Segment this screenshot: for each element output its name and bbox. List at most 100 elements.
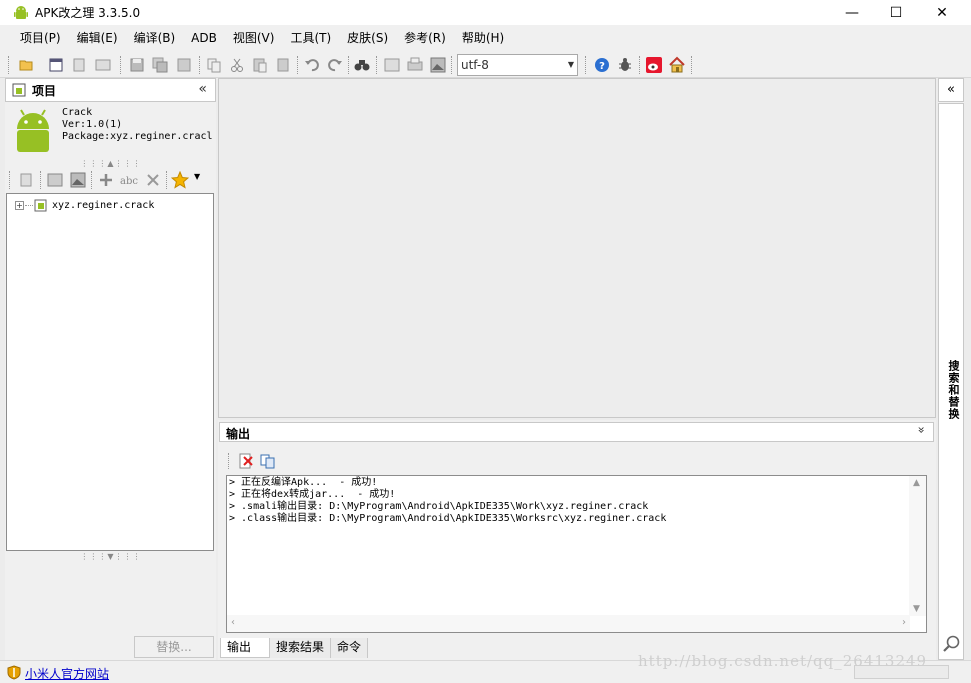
output-panel-header: 输出 » bbox=[219, 422, 934, 442]
menu-help[interactable]: 帮助(H) bbox=[454, 25, 512, 52]
home-icon[interactable] bbox=[668, 56, 686, 74]
output-panel-title: 输出 bbox=[226, 427, 251, 441]
menu-tools[interactable]: 工具(T) bbox=[282, 25, 339, 52]
tree-connector bbox=[25, 204, 33, 206]
close-project-icon[interactable] bbox=[70, 56, 88, 74]
toolbar-separator bbox=[639, 56, 640, 74]
replace-button[interactable]: 替换... bbox=[134, 636, 214, 658]
app-version: Ver:1.0(1) bbox=[62, 119, 123, 130]
toolbar-separator bbox=[451, 56, 452, 74]
side-panel: « 搜索和替换 bbox=[938, 78, 964, 660]
svg-text:?: ? bbox=[599, 61, 605, 72]
menu-project[interactable]: 项目(P) bbox=[12, 25, 69, 52]
svg-text:abc: abc bbox=[120, 176, 138, 187]
save-all-icon[interactable] bbox=[151, 56, 169, 74]
delete-icon[interactable] bbox=[144, 171, 162, 189]
scroll-left-icon[interactable]: ‹ bbox=[231, 617, 235, 628]
app-name: Crack bbox=[62, 107, 93, 118]
copy-output-icon[interactable] bbox=[260, 453, 276, 469]
scroll-right-icon[interactable]: › bbox=[902, 617, 906, 628]
delete-doc-icon[interactable] bbox=[274, 56, 292, 74]
picture-frame-icon[interactable] bbox=[69, 171, 87, 189]
toolbar-separator bbox=[40, 171, 41, 189]
pictures-icon[interactable] bbox=[46, 171, 64, 189]
output-tabs: 输出 搜索结果 命令 bbox=[220, 638, 520, 658]
menu-skin[interactable]: 皮肤(S) bbox=[339, 25, 396, 52]
menu-adb[interactable]: ADB bbox=[183, 25, 225, 52]
menu-reference[interactable]: 参考(R) bbox=[396, 25, 454, 52]
collapse-down-icon[interactable]: » bbox=[914, 426, 928, 433]
toolbar-separator bbox=[585, 56, 586, 74]
window-icon[interactable] bbox=[94, 56, 112, 74]
project-panel-header: 项目 « bbox=[5, 78, 216, 102]
search-replace-label: 搜索和替换 bbox=[947, 360, 960, 420]
toolbar-separator bbox=[297, 56, 298, 74]
output-lines: > 正在反编译Apk... - 成功! > 正在将dex转成jar... - 成… bbox=[229, 477, 666, 525]
image-icon[interactable] bbox=[383, 56, 401, 74]
close-button[interactable]: ✕ bbox=[919, 0, 965, 25]
menu-bar: 项目(P) 编辑(E) 编译(B) ADB 视图(V) 工具(T) 皮肤(S) … bbox=[0, 25, 971, 52]
redo-icon[interactable] bbox=[326, 56, 344, 74]
add-icon[interactable] bbox=[97, 171, 115, 189]
picture-icon[interactable] bbox=[429, 56, 447, 74]
encoding-select[interactable]: utf-8 ▼ bbox=[457, 54, 578, 76]
android-logo-icon bbox=[17, 109, 49, 152]
output-log[interactable]: > 正在反编译Apk... - 成功! > 正在将dex转成jar... - 成… bbox=[226, 475, 927, 633]
undo-icon[interactable] bbox=[303, 56, 321, 74]
favorites-star-icon[interactable] bbox=[171, 171, 189, 189]
toolbar-separator bbox=[691, 56, 692, 74]
bug-icon[interactable] bbox=[616, 56, 634, 74]
tab-output[interactable]: 输出 bbox=[220, 638, 270, 658]
menu-edit[interactable]: 编辑(E) bbox=[69, 25, 126, 52]
vertical-scrollbar[interactable]: ▲ ▼ bbox=[909, 476, 926, 616]
main-toolbar: utf-8 ▼ ? bbox=[0, 52, 971, 78]
splitter-up[interactable]: ⋮⋮⋮▲⋮⋮⋮ bbox=[75, 159, 147, 168]
project-panel-title: 项目 bbox=[32, 83, 57, 98]
project-icon bbox=[12, 83, 26, 97]
save-as-icon[interactable] bbox=[175, 56, 193, 74]
output-line: > 正在反编译Apk... - 成功! bbox=[229, 477, 378, 488]
print-icon[interactable] bbox=[406, 56, 424, 74]
tree-node-label: xyz.reginer.crack bbox=[52, 199, 155, 211]
save-icon[interactable] bbox=[128, 56, 146, 74]
cut-icon[interactable] bbox=[228, 56, 246, 74]
maximize-button[interactable]: ☐ bbox=[873, 0, 919, 25]
search-replace-panel[interactable]: 搜索和替换 bbox=[938, 103, 964, 660]
horizontal-scrollbar[interactable]: ‹ › bbox=[227, 615, 910, 632]
tab-search-results[interactable]: 搜索结果 bbox=[270, 638, 332, 658]
copy-icon[interactable] bbox=[205, 56, 223, 74]
calendar-icon[interactable] bbox=[47, 56, 65, 74]
weibo-icon[interactable] bbox=[645, 56, 663, 74]
scroll-down-icon[interactable]: ▼ bbox=[913, 604, 920, 614]
tab-command[interactable]: 命令 bbox=[331, 638, 369, 658]
clear-output-icon[interactable] bbox=[238, 453, 254, 469]
side-collapse-button[interactable]: « bbox=[938, 78, 964, 102]
official-site-link[interactable]: 小米人官方网站 bbox=[25, 665, 109, 682]
open-folder-icon[interactable] bbox=[18, 56, 36, 74]
paste-icon[interactable] bbox=[251, 56, 269, 74]
app-info: Crack Ver:1.0(1) Package:xyz.reginer.cra… bbox=[5, 103, 216, 161]
star-dropdown-icon[interactable]: ▼ bbox=[194, 172, 200, 181]
android-app-icon bbox=[14, 5, 28, 19]
rename-icon[interactable]: abc bbox=[120, 171, 138, 189]
output-line: > .smali输出目录: D:\MyProgram\Android\ApkID… bbox=[229, 501, 649, 512]
find-binoculars-icon[interactable] bbox=[353, 56, 371, 74]
output-line: > 正在将dex转成jar... - 成功! bbox=[229, 489, 396, 500]
splitter-down[interactable]: ⋮⋮⋮▼⋮⋮⋮ bbox=[75, 552, 147, 561]
editor-area[interactable] bbox=[218, 78, 936, 418]
refresh-doc-icon[interactable] bbox=[17, 171, 35, 189]
output-line: > .class输出目录: D:\MyProgram\Android\ApkID… bbox=[229, 513, 667, 524]
menu-build[interactable]: 编译(B) bbox=[126, 25, 184, 52]
project-tree: + xyz.reginer.crack bbox=[6, 193, 214, 551]
minimize-button[interactable]: — bbox=[829, 0, 875, 25]
expand-icon[interactable]: + bbox=[15, 200, 24, 210]
tree-node-root[interactable]: + xyz.reginer.crack bbox=[15, 197, 154, 213]
scroll-up-icon[interactable]: ▲ bbox=[913, 478, 920, 488]
magnifier-icon[interactable] bbox=[942, 634, 962, 654]
window-title: APK改之理 3.3.5.0 bbox=[35, 6, 141, 20]
package-icon bbox=[34, 199, 47, 211]
collapse-left-icon[interactable]: « bbox=[198, 81, 207, 97]
help-icon[interactable]: ? bbox=[593, 56, 611, 74]
encoding-value: utf-8 bbox=[461, 58, 489, 72]
menu-view[interactable]: 视图(V) bbox=[225, 25, 283, 52]
